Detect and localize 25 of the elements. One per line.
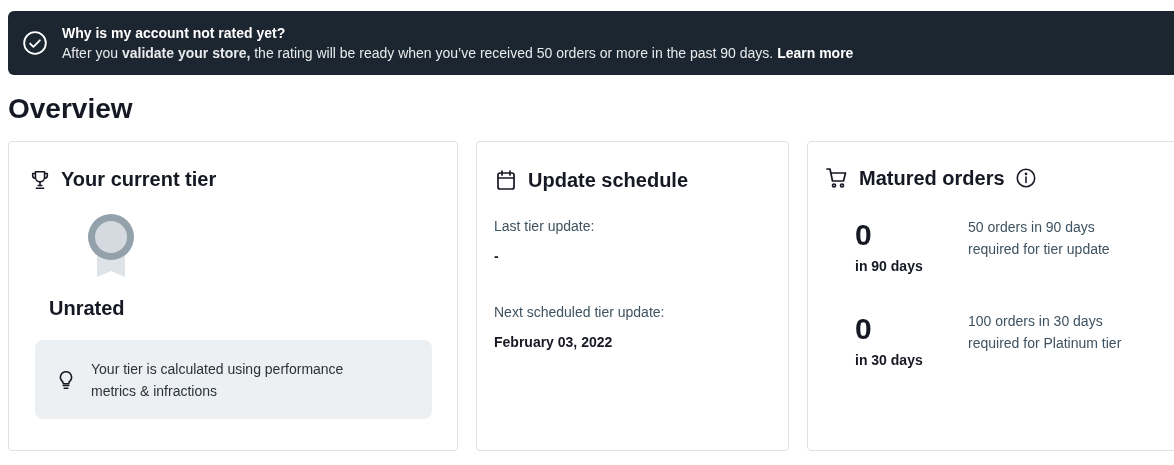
- page-heading: Overview: [8, 93, 134, 125]
- card-title: Your current tier: [61, 168, 217, 191]
- banner-message: After you validate your store, the rating will be ready when you’ve received 50 orders or more in the past 90 days. Learn more: [62, 45, 854, 61]
- medal-icon: [87, 213, 135, 277]
- period-label: in 30 days: [855, 352, 924, 368]
- banner-title: Why is my account not rated yet?: [62, 25, 287, 41]
- order-count: 0: [855, 220, 873, 250]
- field-value: -: [494, 248, 500, 264]
- calendar-icon: [494, 168, 518, 192]
- order-count: 0: [855, 314, 873, 344]
- tier-name: Unrated: [49, 297, 126, 320]
- field-label: Next scheduled tier update:: [494, 304, 666, 320]
- period-label: in 90 days: [855, 258, 924, 274]
- trophy-icon: [29, 168, 51, 191]
- tip-text: Your tier is calculated using performance metrics & infractions: [91, 359, 345, 401]
- card-title: Matured orders: [859, 166, 1005, 190]
- learn-more-link[interactable]: Learn more: [777, 45, 854, 61]
- cart-icon: [825, 166, 849, 190]
- requirement-text: 50 orders in 90 days required for tier update: [968, 218, 1111, 259]
- field-label: Last tier update:: [494, 218, 596, 234]
- field-value: February 03, 2022: [494, 334, 614, 350]
- info-icon: [1014, 167, 1037, 189]
- card-title: Update schedule: [528, 168, 689, 192]
- requirement-text: 100 orders in 30 days required for Platinum tier: [968, 312, 1123, 353]
- check-circle-icon: [22, 30, 48, 56]
